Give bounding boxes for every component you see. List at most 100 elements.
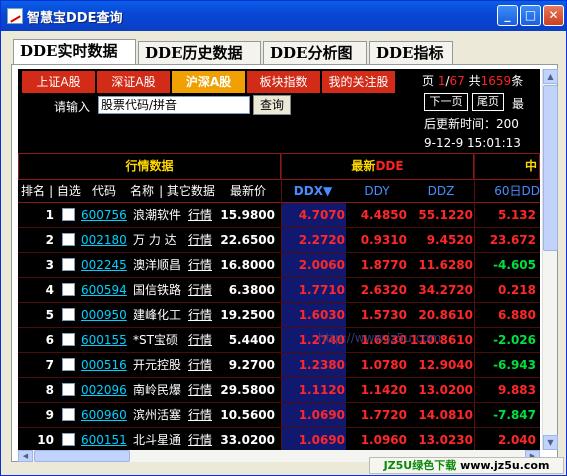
rank-cell: 7 bbox=[45, 358, 54, 372]
stock-code-link[interactable]: 600756 bbox=[81, 203, 127, 227]
quote-link[interactable]: 行情 bbox=[188, 303, 214, 327]
col-ddz[interactable]: DDZ bbox=[409, 180, 473, 202]
stock-code-link[interactable]: 000950 bbox=[81, 303, 127, 327]
watchlist-checkbox[interactable] bbox=[62, 358, 75, 371]
col-price[interactable]: 最新价 bbox=[218, 180, 278, 202]
col-ddx[interactable]: DDX▼ bbox=[281, 180, 345, 202]
update-time: 后更新时间：200 bbox=[424, 115, 519, 132]
watchlist-checkbox[interactable] bbox=[62, 208, 75, 221]
quote-link[interactable]: 行情 bbox=[188, 428, 214, 450]
scroll-thumb[interactable] bbox=[543, 85, 558, 251]
col-name[interactable]: 名称 bbox=[128, 180, 156, 202]
ddz-value: 13.0230 bbox=[418, 433, 473, 447]
close-button[interactable]: ✕ bbox=[543, 5, 564, 26]
rank-cell: 4 bbox=[45, 283, 54, 297]
quote-link[interactable]: 行情 bbox=[188, 253, 214, 277]
d60-value: -6.943 bbox=[493, 358, 536, 372]
watchlist-checkbox[interactable] bbox=[62, 383, 75, 396]
table-row[interactable]: 6 600155 *ST宝硕 行情 5.4400 1.2740 1.6930 110.8610… bbox=[18, 328, 540, 353]
quote-link[interactable]: 行情 bbox=[188, 228, 214, 252]
watchlist-checkbox[interactable] bbox=[62, 283, 75, 296]
page-prefix: 页 bbox=[422, 74, 435, 88]
d60-value: -7.847 bbox=[493, 408, 536, 422]
market-tab-sh[interactable]: 上证A股 bbox=[22, 71, 96, 93]
quote-link[interactable]: 行情 bbox=[188, 203, 214, 227]
next-page-button[interactable]: 下一页 bbox=[424, 93, 468, 111]
vertical-scrollbar[interactable]: ▲ ▼ bbox=[542, 69, 558, 450]
query-button[interactable]: 查询 bbox=[253, 95, 291, 115]
tab-analysis[interactable]: DDE分析图 bbox=[263, 41, 367, 64]
table-row[interactable]: 4 600594 国信铁路 行情 6.3800 1.7710 2.6320 34.2720 0.… bbox=[18, 278, 540, 303]
record-count: 1659 bbox=[480, 74, 512, 88]
update-value: 200 bbox=[496, 117, 519, 131]
stock-code-link[interactable]: 002096 bbox=[81, 378, 127, 402]
quote-link[interactable]: 行情 bbox=[188, 403, 214, 427]
stock-code-link[interactable]: 600960 bbox=[81, 403, 127, 427]
col-code[interactable]: 代码 bbox=[86, 180, 122, 202]
watchlist-checkbox[interactable] bbox=[62, 333, 75, 346]
tab-indicator[interactable]: DDE指标 bbox=[369, 41, 453, 64]
watermark-text: http://www.jz5u.com bbox=[318, 331, 442, 345]
table-row[interactable]: 8 002096 南岭民爆 行情 29.5800 1.1120 1.1420 13.0200 9… bbox=[18, 378, 540, 403]
table-row[interactable]: 9 600960 滨州活塞 行情 10.5600 1.0690 1.7720 14.0810 -… bbox=[18, 403, 540, 428]
stock-code-link[interactable]: 002180 bbox=[81, 228, 127, 252]
d60-value: 23.672 bbox=[489, 233, 536, 247]
watchlist-checkbox[interactable] bbox=[62, 233, 75, 246]
d60-value: 0.218 bbox=[498, 283, 536, 297]
scroll-left-icon[interactable]: ◀ bbox=[18, 450, 33, 462]
table-row[interactable]: 1 600756 浪潮软件 行情 15.9800 4.7070 4.4850 55.1220 5… bbox=[18, 203, 540, 228]
scroll-down-icon[interactable]: ▼ bbox=[543, 435, 558, 450]
tab-realtime[interactable]: DDE实时数据 bbox=[13, 39, 136, 65]
col-60d[interactable]: 60日DD bbox=[476, 180, 540, 202]
stock-code-link[interactable]: 600155 bbox=[81, 328, 127, 352]
table-row[interactable]: 2 002180 万 力 达行情 22.6500 2.2720 0.9310 9.4520 2… bbox=[18, 228, 540, 253]
market-tab-watch[interactable]: 我的关注股 bbox=[322, 71, 396, 93]
rank-cell: 1 bbox=[45, 208, 54, 222]
table-row[interactable]: 5 000950 建峰化工 行情 19.2500 1.6030 1.5730 20.8610 6… bbox=[18, 303, 540, 328]
count-label: 共 bbox=[468, 74, 481, 88]
stock-code-link[interactable]: 600151 bbox=[81, 428, 127, 450]
scroll-up-icon[interactable]: ▲ bbox=[543, 69, 558, 84]
quote-link[interactable]: 行情 bbox=[188, 353, 214, 377]
d60-value: 9.883 bbox=[498, 383, 536, 397]
title-bar[interactable]: 智慧宝DDE查询 _ □ ✕ bbox=[1, 1, 566, 31]
ddz-value: 11.6280 bbox=[418, 258, 473, 272]
col-select[interactable]: | 自选 bbox=[48, 180, 82, 202]
hscroll-thumb[interactable] bbox=[34, 450, 130, 462]
watchlist-checkbox[interactable] bbox=[62, 433, 75, 446]
ddz-value: 34.2720 bbox=[418, 283, 473, 297]
page-info: 页 1/67 共1659条 bbox=[422, 72, 523, 89]
ddy-value: 1.0960 bbox=[360, 433, 407, 447]
table-row[interactable]: 3 002245 澳洋顺昌 行情 16.8000 2.0060 1.8770 11.6280 -… bbox=[18, 253, 540, 278]
ddx-value: 1.6030 bbox=[298, 308, 345, 322]
group-latest-dde: 最新DDE bbox=[281, 153, 474, 179]
market-tab-sector[interactable]: 板块指数 bbox=[247, 71, 321, 93]
quote-link[interactable]: 行情 bbox=[188, 378, 214, 402]
col-rank[interactable]: 排名 bbox=[18, 180, 48, 202]
stock-code-link[interactable]: 002245 bbox=[81, 253, 127, 277]
quote-link[interactable]: 行情 bbox=[188, 328, 214, 352]
rank-cell: 5 bbox=[45, 308, 54, 322]
watchlist-checkbox[interactable] bbox=[62, 408, 75, 421]
minimize-button[interactable]: _ bbox=[497, 5, 518, 26]
quote-link[interactable]: 行情 bbox=[188, 278, 214, 302]
watchlist-checkbox[interactable] bbox=[62, 308, 75, 321]
watchlist-checkbox[interactable] bbox=[62, 258, 75, 271]
ddx-value: 4.7070 bbox=[298, 208, 345, 222]
market-tab-sz[interactable]: 深证A股 bbox=[97, 71, 171, 93]
market-tab-hs[interactable]: 沪深A股 bbox=[172, 71, 246, 93]
last-page-button[interactable]: 尾页 bbox=[472, 93, 504, 111]
table-row[interactable]: 10 600151 北斗星通 行情 33.0200 1.0690 1.0960 13.0230… bbox=[18, 428, 540, 450]
d60-value: 6.880 bbox=[498, 308, 536, 322]
d60-value: -4.605 bbox=[493, 258, 536, 272]
stock-code-link[interactable]: 000516 bbox=[81, 353, 127, 377]
col-other[interactable]: | 其它数据 bbox=[156, 180, 218, 202]
maximize-button[interactable]: □ bbox=[520, 5, 541, 26]
col-ddy[interactable]: DDY bbox=[345, 180, 409, 202]
stock-name: 北斗星通 bbox=[133, 433, 182, 447]
stock-code-link[interactable]: 600594 bbox=[81, 278, 127, 302]
stock-name: 万 力 达 bbox=[133, 233, 177, 247]
search-input[interactable]: 股票代码/拼音 bbox=[98, 96, 250, 114]
tab-history[interactable]: DDE历史数据 bbox=[138, 41, 261, 64]
table-row[interactable]: 7 000516 开元控股 行情 9.2700 1.2380 1.0780 12.9040 -6… bbox=[18, 353, 540, 378]
